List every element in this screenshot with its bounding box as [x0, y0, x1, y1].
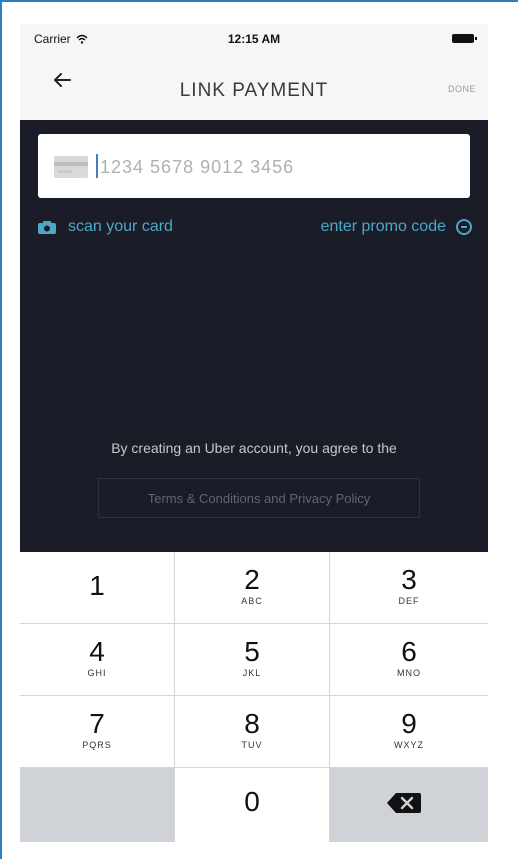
delete-key[interactable] — [330, 768, 488, 842]
key-digit: 1 — [89, 570, 105, 601]
scan-card-link[interactable]: scan your card — [38, 218, 173, 236]
key-digit: 8 — [244, 708, 260, 739]
key-digit: 7 — [89, 708, 105, 739]
agreement-text: By creating an Uber account, you agree t… — [111, 440, 397, 456]
scan-card-label: scan your card — [68, 218, 173, 235]
clock: 12:15 AM — [227, 32, 281, 46]
key-digit: 2 — [244, 564, 260, 595]
key-digit: 4 — [89, 636, 105, 667]
key-letters: PQRS — [82, 740, 112, 750]
key-5[interactable]: 5 JKL — [175, 624, 330, 696]
key-9[interactable]: 9 WXYZ — [330, 696, 488, 768]
credit-card-icon — [54, 156, 88, 178]
key-letters: WXYZ — [394, 740, 424, 750]
card-number-field[interactable] — [38, 134, 470, 198]
key-letters: GHI — [87, 668, 107, 678]
phone-screen: Carrier 12:15 AM LINK PAYMENT DONE 1234 … — [20, 24, 488, 842]
key-letters: MNO — [397, 668, 421, 678]
navigation-bar: LINK PAYMENT DONE — [20, 50, 488, 120]
key-1[interactable]: 1 — [20, 552, 175, 624]
done-button[interactable]: DONE — [448, 84, 476, 94]
terms-link[interactable]: Terms & Conditions and Privacy Policy — [98, 478, 420, 518]
card-options-row: scan your card enter promo code — [20, 212, 488, 242]
payment-panel: scan your card enter promo code By creat… — [20, 120, 488, 552]
page-title: LINK PAYMENT — [179, 80, 329, 101]
key-8[interactable]: 8 TUV — [175, 696, 330, 768]
numeric-keypad: 1 2 ABC 3 DEF 4 GHI 5 JKL 6 MNO 7 PQRS 8… — [20, 552, 488, 842]
key-letters: ABC — [241, 596, 263, 606]
key-digit: 9 — [401, 708, 417, 739]
battery-icon — [452, 34, 477, 43]
key-0[interactable]: 0 — [175, 768, 330, 842]
key-letters: TUV — [241, 740, 263, 750]
window-frame-top — [0, 0, 518, 2]
key-digit: 0 — [244, 786, 260, 817]
backspace-icon — [387, 793, 421, 813]
key-digit: 3 — [401, 564, 417, 595]
circle-minus-icon — [456, 219, 472, 235]
key-7[interactable]: 7 PQRS — [20, 696, 175, 768]
key-3[interactable]: 3 DEF — [330, 552, 488, 624]
key-6[interactable]: 6 MNO — [330, 624, 488, 696]
key-2[interactable]: 2 ABC — [175, 552, 330, 624]
key-digit: 6 — [401, 636, 417, 667]
key-4[interactable]: 4 GHI — [20, 624, 175, 696]
promo-code-label: enter promo code — [320, 218, 446, 235]
key-blank — [20, 768, 175, 842]
window-frame-edge — [0, 0, 2, 859]
status-bar: Carrier 12:15 AM — [20, 24, 488, 50]
key-letters: DEF — [398, 596, 420, 606]
promo-code-link[interactable]: enter promo code — [321, 218, 472, 236]
key-letters: JKL — [242, 668, 262, 678]
key-digit: 5 — [244, 636, 260, 667]
card-number-input[interactable] — [98, 150, 462, 184]
camera-icon — [38, 220, 56, 234]
